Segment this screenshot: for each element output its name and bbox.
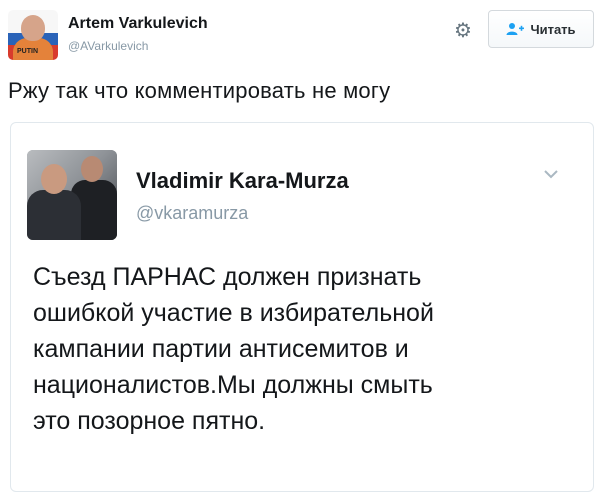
- quoted-author-avatar[interactable]: [27, 150, 117, 240]
- chevron-down-icon[interactable]: [543, 168, 559, 180]
- tweet-text: Ржу так что комментировать не могу: [8, 78, 391, 103]
- quoted-author-name[interactable]: Vladimir Kara-Murza: [136, 168, 349, 194]
- quoted-tweet-text: Съезд ПАРНАС должен признать ошибкой уча…: [33, 263, 434, 435]
- follow-button[interactable]: Читать: [488, 10, 594, 48]
- follow-button-label: Читать: [530, 21, 576, 37]
- follow-user-icon: [506, 23, 525, 35]
- avatar-shirt-label: PUTIN: [17, 48, 38, 55]
- quoted-tweet-card[interactable]: Vladimir Kara-Murza @vkaramurza Съезд ПА…: [10, 122, 594, 492]
- author-name[interactable]: Artem Varkulevich: [68, 15, 208, 33]
- gear-icon[interactable]: ⚙: [452, 20, 474, 42]
- author-avatar[interactable]: PUTIN: [8, 10, 58, 60]
- quoted-author-handle[interactable]: @vkaramurza: [136, 203, 248, 224]
- tweet-header: PUTIN Artem Varkulevich @AVarkulevich ⚙ …: [0, 0, 604, 70]
- author-handle[interactable]: @AVarkulevich: [68, 39, 148, 53]
